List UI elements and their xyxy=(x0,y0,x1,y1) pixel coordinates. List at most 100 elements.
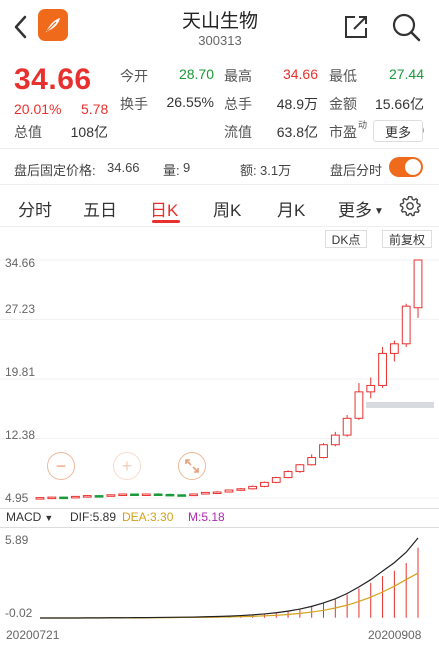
macd-y-tick-label: 5.89 xyxy=(5,533,29,547)
candle-body xyxy=(165,493,175,497)
candle-body xyxy=(389,343,399,354)
candle-body xyxy=(319,444,328,459)
macd-m: M:5.18 xyxy=(188,510,225,524)
search-button[interactable] xyxy=(390,11,422,43)
candle-body xyxy=(130,493,139,496)
macd-chart xyxy=(40,537,419,619)
fullscreen-button[interactable] xyxy=(178,452,206,480)
candle-body xyxy=(378,352,387,386)
macd-dea: DEA:3.30 xyxy=(122,510,174,524)
dk-point-button[interactable]: DK点 xyxy=(325,230,367,248)
candle-body xyxy=(330,434,340,446)
stat-value: 27.44 xyxy=(388,66,424,82)
change-percent: 20.01% xyxy=(14,101,62,117)
candle-body xyxy=(342,417,352,436)
stat-label: 总手 xyxy=(224,96,252,112)
share-icon xyxy=(345,16,367,38)
stat-label: 流值 xyxy=(224,124,252,140)
stock-name: 天山生物 xyxy=(181,11,258,32)
last-price: 34.66 xyxy=(14,63,92,96)
zoom-in-button[interactable]: + xyxy=(113,452,141,480)
macd-dea-line xyxy=(40,572,419,619)
y-tick-label: 4.95 xyxy=(5,491,29,505)
stat-label: 市盈 xyxy=(329,124,357,140)
stat-value: 15.66亿 xyxy=(374,96,424,112)
back-button[interactable] xyxy=(6,8,34,46)
gear-icon xyxy=(399,195,421,217)
plus-icon: + xyxy=(121,455,133,476)
divider xyxy=(0,184,439,185)
y-tick-label: 19.81 xyxy=(5,365,36,379)
after-hours-amount-label: 额: xyxy=(240,163,257,178)
candle-body xyxy=(401,305,411,345)
candle-body xyxy=(212,491,222,494)
settings-button[interactable] xyxy=(399,195,421,222)
macd-dif-line xyxy=(40,537,419,619)
adjust-mode-button[interactable]: 前复权 xyxy=(382,230,432,248)
stat-label-superscript: 动 xyxy=(358,120,368,130)
candle-body xyxy=(366,384,376,393)
caret-down-icon: ▼ xyxy=(374,206,384,217)
back-arrow-icon xyxy=(14,15,27,39)
tab-monthly-k[interactable]: 月K xyxy=(277,196,305,221)
candle-body xyxy=(354,391,364,419)
after-hours-volume-label: 量: xyxy=(163,163,180,178)
tab-daily-k[interactable]: 日K xyxy=(150,196,178,221)
candle-body xyxy=(260,481,269,487)
indicator-selector[interactable]: MACD ▼ xyxy=(6,510,53,524)
candle-body xyxy=(224,489,234,493)
after-hours-price: 34.66 xyxy=(107,160,140,175)
stat-value: 26.55% xyxy=(166,94,214,110)
after-hours-timeshare-label: 盘后分时 xyxy=(330,163,383,178)
stat-label: 总值 xyxy=(14,124,42,140)
stat-value: 28.70 xyxy=(178,66,214,82)
candle-body xyxy=(82,495,92,498)
stat-label: 最低 xyxy=(329,68,357,84)
candle-body xyxy=(200,491,210,495)
stat-label: 最高 xyxy=(224,68,252,84)
after-hours-amount: 3.1万 xyxy=(260,163,292,178)
macd-y-tick-label: -0.02 xyxy=(5,606,33,620)
divider xyxy=(0,148,439,149)
y-tick-label: 34.66 xyxy=(5,256,36,270)
x-tick-label-end: 20200908 xyxy=(368,628,422,642)
candle-body xyxy=(94,495,104,498)
search-icon xyxy=(392,13,421,42)
price-band xyxy=(366,402,434,408)
candle-body xyxy=(283,471,293,479)
divider xyxy=(0,226,439,227)
stat-value: 63.8亿 xyxy=(276,124,318,140)
more-stats-button[interactable]: 更多 xyxy=(373,120,423,142)
stat-label: 金额 xyxy=(329,96,357,112)
candle-body xyxy=(413,259,423,309)
after-hours-toggle[interactable] xyxy=(389,157,423,177)
tab-timeshare[interactable]: 分时 xyxy=(18,196,52,221)
candle-body xyxy=(236,488,246,491)
stat-label: 今开 xyxy=(120,68,148,84)
share-button[interactable] xyxy=(341,12,371,42)
feather-logo-icon xyxy=(46,18,60,32)
candle-body xyxy=(177,494,187,497)
candle-body xyxy=(307,457,317,466)
tab-five-day[interactable]: 五日 xyxy=(83,196,117,221)
stock-code: 300313 xyxy=(198,33,242,48)
tab-more[interactable]: 更多 ▼ xyxy=(338,196,384,221)
x-tick-label-start: 20200721 xyxy=(6,628,60,642)
minus-icon: − xyxy=(55,455,67,476)
zoom-out-button[interactable]: − xyxy=(47,452,75,480)
candle-body xyxy=(153,493,163,496)
candle-body xyxy=(106,494,116,497)
stat-label: 换手 xyxy=(120,96,148,112)
candle-body xyxy=(189,493,198,497)
stat-value: 48.9万 xyxy=(276,96,318,112)
candle-body xyxy=(35,497,45,500)
candle-body xyxy=(59,496,69,500)
indicator-name: MACD xyxy=(6,510,42,524)
tab-weekly-k[interactable]: 周K xyxy=(213,196,241,221)
stat-value: 34.66 xyxy=(282,66,318,82)
change-amount: 5.78 xyxy=(81,101,109,117)
candle-body xyxy=(248,485,258,490)
y-tick-label: 12.38 xyxy=(5,428,36,442)
candle-body xyxy=(295,464,305,473)
candle-body xyxy=(71,495,80,499)
